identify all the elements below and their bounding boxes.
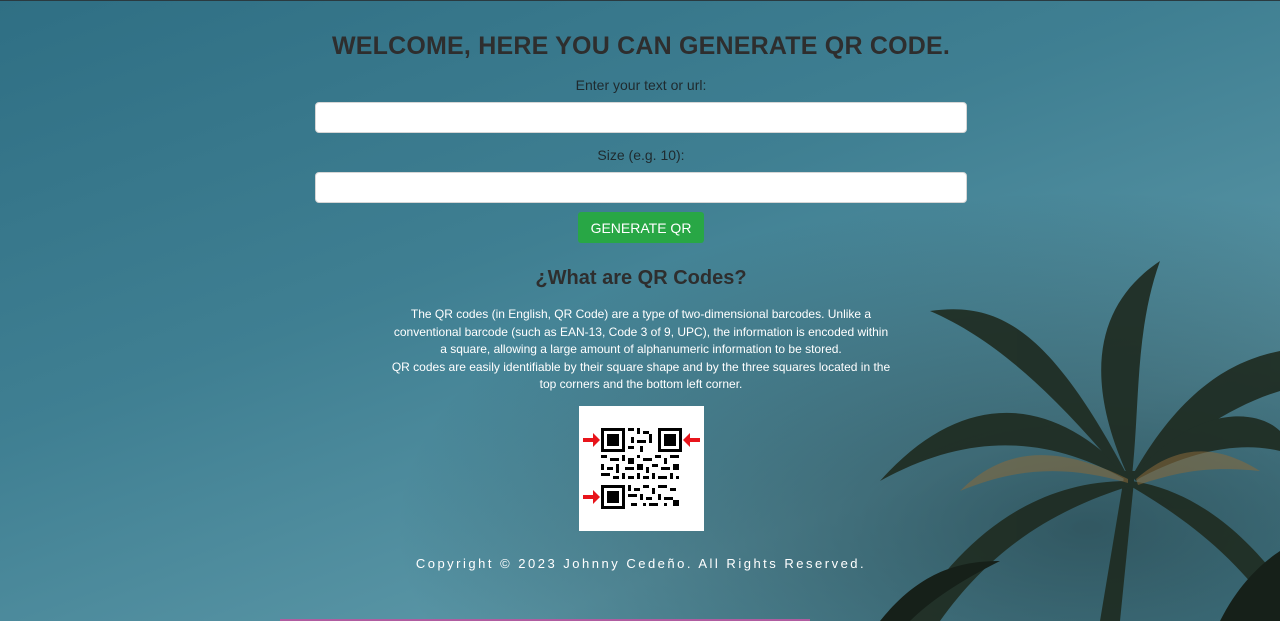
qr-code-example-icon (578, 405, 704, 531)
text-input-label: Enter your text or url: (575, 77, 707, 93)
generate-qr-button[interactable]: GENERATE QR (577, 212, 705, 243)
qr-info-heading: ¿What are QR Codes? (535, 267, 747, 289)
footer-copyright: Copyright © 2023 Johnny Cedeño. All Righ… (415, 555, 867, 571)
size-input-label: Size (e.g. 10): (597, 147, 685, 163)
qr-description: The QR codes (in English, QR Code) are a… (391, 306, 891, 394)
text-url-input[interactable] (315, 102, 967, 133)
qr-code-icon (582, 427, 700, 509)
top-border (0, 0, 1280, 1)
main-container: WELCOME, HERE YOU CAN GENERATE QR CODE. … (315, 32, 967, 571)
qr-description-paragraph-1: The QR codes (in English, QR Code) are a… (393, 307, 889, 356)
qr-description-paragraph-2: QR codes are easily identifiable by thei… (391, 359, 891, 392)
page-title: WELCOME, HERE YOU CAN GENERATE QR CODE. (331, 32, 951, 60)
size-input[interactable] (315, 172, 967, 203)
